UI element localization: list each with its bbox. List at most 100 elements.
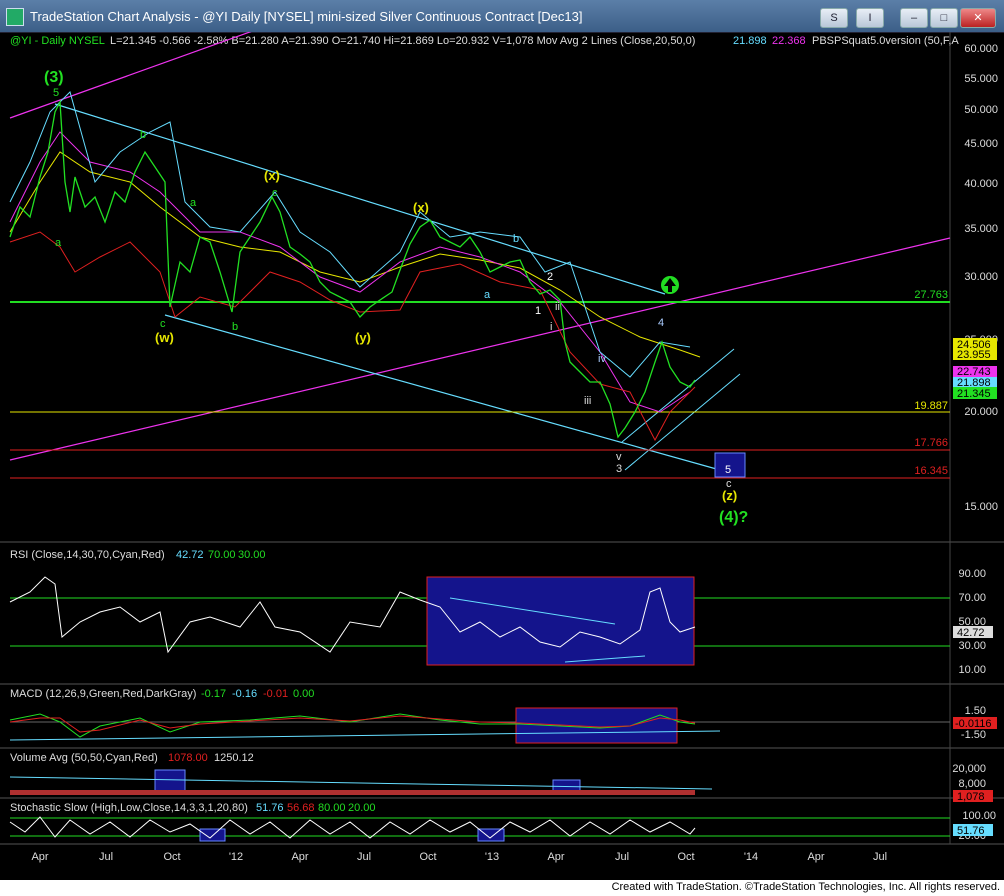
time-tick: Apr xyxy=(807,851,824,863)
wave-label: 5 xyxy=(725,464,731,476)
wave-label: ii xyxy=(555,301,560,313)
volume-value: 1078.00 xyxy=(168,752,208,764)
wave-label: c xyxy=(160,318,166,330)
lower-band-line xyxy=(9,231,696,442)
stoch-series xyxy=(9,816,696,839)
wave-label: b xyxy=(232,321,238,333)
price-tick: 45.000 xyxy=(964,138,998,150)
macd-tick: -1.50 xyxy=(961,729,986,741)
stoch-value: 20.00 xyxy=(348,802,376,814)
rsi-tick: 90.00 xyxy=(958,568,986,580)
volume-tick: 20,000 xyxy=(952,763,986,775)
macd-value: -0.01 xyxy=(263,688,288,700)
wave-label: (x) xyxy=(264,168,280,183)
wave-label: b xyxy=(513,233,519,245)
wave-label: 4 xyxy=(658,317,664,329)
wave-label: 5 xyxy=(53,87,59,99)
ma-long-line xyxy=(9,151,701,358)
time-tick: Apr xyxy=(31,851,48,863)
time-tick: Jul xyxy=(873,851,887,863)
window-title: TradeStation Chart Analysis - @YI Daily … xyxy=(30,9,583,24)
channel-upper-line xyxy=(54,103,666,295)
interval-link-button[interactable]: I xyxy=(856,8,884,28)
ma1-value: 21.898 xyxy=(733,35,767,47)
price-tick: 40.000 xyxy=(964,178,998,190)
window-titlebar: TradeStation Chart Analysis - @YI Daily … xyxy=(0,0,1004,33)
price-tick: 60.000 xyxy=(964,43,998,55)
time-tick: '12 xyxy=(229,851,243,863)
stoch-value: 56.68 xyxy=(287,802,315,814)
wave-label: (w) xyxy=(155,330,174,345)
wave-label: (4)? xyxy=(719,509,748,526)
trendline-magenta-lower xyxy=(9,237,951,461)
macd-value: 0.00 xyxy=(293,688,314,700)
volume-trendline xyxy=(9,776,713,790)
macd-value: -0.17 xyxy=(201,688,226,700)
footer-bar: Created with TradeStation. ©TradeStation… xyxy=(0,880,1004,896)
level-label: 19.887 xyxy=(914,400,948,412)
up-arrow-icon xyxy=(661,276,679,294)
time-tick: Jul xyxy=(357,851,371,863)
price-tick: 30.000 xyxy=(964,271,998,283)
macd-value: -0.16 xyxy=(232,688,257,700)
wave-label: iii xyxy=(584,395,591,407)
time-tick: '14 xyxy=(744,851,758,863)
channel-lower-line xyxy=(164,314,721,471)
time-tick: Apr xyxy=(291,851,308,863)
wave-label: b xyxy=(140,129,146,141)
symbol-label: @YI - Daily NYSEL xyxy=(10,35,105,47)
price-tag-text: 23.955 xyxy=(957,349,991,361)
price-axis: 60.000 55.000 50.000 45.000 40.000 35.00… xyxy=(964,43,998,513)
rsi-30: 30.00 xyxy=(238,549,266,561)
stoch-label: Stochastic Slow (High,Low,Close,14,3,3,1… xyxy=(10,802,248,814)
wedge-upper-line xyxy=(621,348,735,443)
macd-tag-text: -0.0116 xyxy=(955,718,992,730)
wave-label: (z) xyxy=(722,488,737,503)
wave-label: a xyxy=(55,237,62,249)
symbol-link-button[interactable]: S xyxy=(820,8,848,28)
price-series xyxy=(9,99,696,439)
volume-value: 1250.12 xyxy=(214,752,254,764)
maximize-button[interactable]: □ xyxy=(930,8,958,28)
wave-label: a xyxy=(484,289,491,301)
ohlc-readout: L=21.345 -0.566 -2.58% B=21.280 A=21.390… xyxy=(110,35,695,47)
wave-label: a xyxy=(190,197,197,209)
wave-label: 2 xyxy=(547,271,553,283)
price-tick: 50.000 xyxy=(964,104,998,116)
level-label: 17.766 xyxy=(914,437,948,449)
price-tag-text: 21.345 xyxy=(957,388,991,400)
price-tick: 20.000 xyxy=(964,406,998,418)
wave-label: i xyxy=(550,321,552,333)
close-button[interactable]: ✕ xyxy=(960,8,996,28)
stoch-highlight-box xyxy=(199,828,226,842)
time-tick: '13 xyxy=(485,851,499,863)
rsi-tick: 70.00 xyxy=(958,592,986,604)
wave-label: (x) xyxy=(413,200,429,215)
wave-label: c xyxy=(272,187,278,199)
volume-tag-text: 1,078 xyxy=(957,791,985,803)
wave-label: (3) xyxy=(44,69,64,86)
wave-label: (y) xyxy=(355,330,371,345)
level-label: 27.763 xyxy=(914,289,948,301)
ma-mid-line xyxy=(9,131,691,413)
macd-tick: 1.50 xyxy=(965,705,986,717)
time-tick: Oct xyxy=(677,851,694,863)
rsi-label: RSI (Close,14,30,70,Cyan,Red) xyxy=(10,549,165,561)
wave-label: v xyxy=(616,451,622,463)
price-tick: 15.000 xyxy=(964,501,998,513)
stoch-tag-text: 51.76 xyxy=(957,825,985,837)
stoch-value: 51.76 xyxy=(256,802,284,814)
time-tick: Apr xyxy=(547,851,564,863)
time-axis: Apr Jul Oct '12 Apr Jul Oct '13 Apr Jul … xyxy=(31,851,887,863)
stoch-value: 80.00 xyxy=(318,802,346,814)
minimize-button[interactable]: – xyxy=(900,8,928,28)
copyright-text: Created with TradeStation. ©TradeStation… xyxy=(611,881,1000,893)
time-tick: Oct xyxy=(163,851,180,863)
time-tick: Jul xyxy=(99,851,113,863)
level-label: 16.345 xyxy=(914,465,948,477)
upper-band-line xyxy=(9,91,691,378)
chart-canvas: @YI - Daily NYSEL L=21.345 -0.566 -2.58%… xyxy=(0,32,1004,863)
wave-label: 1 xyxy=(535,305,541,317)
volume-label: Volume Avg (50,50,Cyan,Red) xyxy=(10,752,158,764)
tradestation-window: TradeStation Chart Analysis - @YI Daily … xyxy=(0,0,1004,896)
